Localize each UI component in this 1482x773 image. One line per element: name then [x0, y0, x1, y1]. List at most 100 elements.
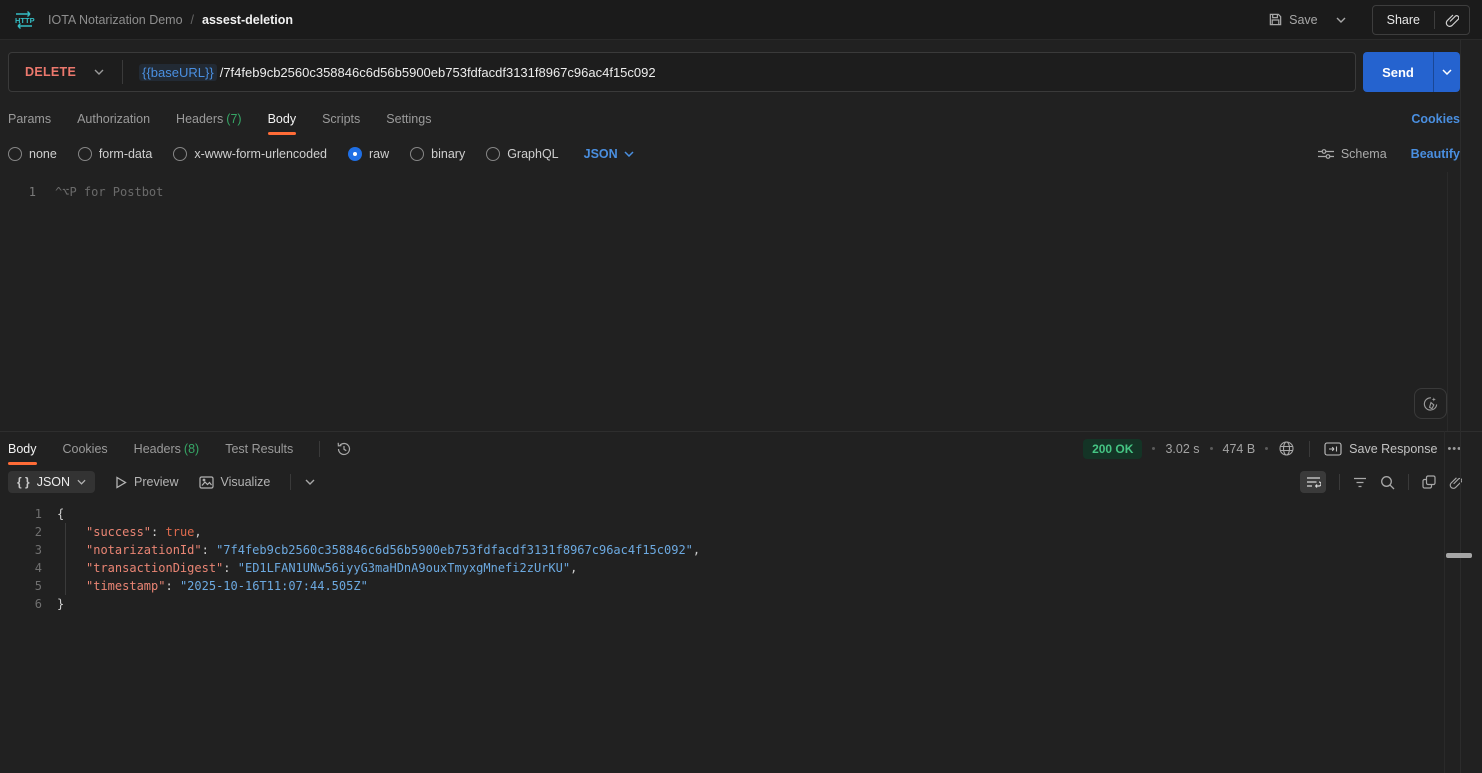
- meta-separator-dot: [1210, 447, 1213, 450]
- method-chevron-down-icon[interactable]: [90, 69, 122, 75]
- line-number: 5: [0, 577, 42, 595]
- response-meta: 200 OK 3.02 s 474 B: [1083, 439, 1462, 459]
- radio-circle-icon: [8, 147, 22, 161]
- save-button[interactable]: Save: [1268, 12, 1318, 27]
- line-number: 1: [0, 505, 42, 523]
- right-gutter-border: [1460, 40, 1461, 773]
- radio-circle-icon: [78, 147, 92, 161]
- radio-graphql[interactable]: GraphQL: [486, 147, 558, 161]
- beautify-button[interactable]: Beautify: [1411, 147, 1460, 161]
- viewer-chevron-down-icon[interactable]: [305, 479, 315, 485]
- tab-headers[interactable]: Headers(7): [176, 112, 242, 126]
- radio-x-www-form-urlencoded[interactable]: x-www-form-urlencoded: [173, 147, 327, 161]
- radio-form-data[interactable]: form-data: [78, 147, 153, 161]
- response-format-label: JSON: [37, 475, 70, 489]
- indent-guide: [65, 523, 66, 595]
- network-globe-icon[interactable]: [1278, 440, 1295, 457]
- preview-button[interactable]: Preview: [115, 475, 178, 489]
- http-method-icon: HTTP: [12, 10, 36, 30]
- response-body-viewer[interactable]: 1 { 2 "success": true, 3 "notarizationId…: [0, 499, 1482, 613]
- send-button-group: Send: [1363, 52, 1460, 92]
- editor-line: 1 ^⌥P for Postbot: [0, 172, 1460, 199]
- postbot-hint-text: ^⌥P for Postbot: [55, 185, 163, 199]
- request-body-editor[interactable]: 1 ^⌥P for Postbot: [0, 172, 1460, 431]
- search-icon[interactable]: [1380, 475, 1395, 490]
- response-headers-count: (8): [184, 442, 199, 456]
- breadcrumb-collection[interactable]: IOTA Notarization Demo: [48, 13, 183, 27]
- response-tab-body[interactable]: Body: [8, 442, 37, 456]
- response-toolbar: { } JSON Preview Visualize: [0, 465, 1482, 499]
- code-line: 2 "success": true,: [0, 523, 1482, 541]
- code-line: 5 "timestamp": "2025-10-16T11:07:44.505Z…: [0, 577, 1482, 595]
- send-options-chevron-down-icon[interactable]: [1433, 52, 1460, 92]
- cookies-link[interactable]: Cookies: [1411, 112, 1460, 126]
- postman-app-window: HTTP IOTA Notarization Demo / assest-del…: [0, 0, 1482, 773]
- tab-body[interactable]: Body: [268, 112, 297, 126]
- radio-raw[interactable]: raw: [348, 147, 389, 161]
- share-button[interactable]: Share: [1373, 13, 1434, 27]
- floppy-save-icon: [1268, 12, 1283, 27]
- radio-binary[interactable]: binary: [410, 147, 465, 161]
- code-line: 6 }: [0, 595, 1482, 613]
- schema-button[interactable]: Schema: [1318, 147, 1387, 161]
- postbot-button[interactable]: [1414, 388, 1447, 419]
- send-button[interactable]: Send: [1363, 52, 1433, 92]
- wrap-text-icon[interactable]: [1300, 471, 1326, 493]
- toolbar-divider: [1339, 474, 1340, 490]
- tab-settings[interactable]: Settings: [386, 112, 431, 126]
- tab-params[interactable]: Params: [8, 112, 51, 126]
- raw-language-selector[interactable]: JSON: [584, 147, 634, 161]
- response-panel: Body Cookies Headers(8) Test Results 200…: [0, 431, 1482, 773]
- save-response-icon: [1324, 442, 1342, 456]
- url-input[interactable]: {{baseURL}} /7f4feb9cb2560c358846c6d56b5…: [139, 64, 655, 81]
- tab-authorization[interactable]: Authorization: [77, 112, 150, 126]
- code-line: 4 "transactionDigest": "ED1LFAN1UNw56iyy…: [0, 559, 1482, 577]
- viewer-more: [290, 474, 315, 490]
- response-tab-cookies[interactable]: Cookies: [63, 442, 108, 456]
- response-history-icon[interactable]: [336, 441, 352, 457]
- code-line: 3 "notarizationId": "7f4feb9cb2560c35884…: [0, 541, 1482, 559]
- editor-line-number: 1: [0, 185, 36, 199]
- save-response-button[interactable]: Save Response: [1324, 442, 1437, 456]
- toolbar-divider: [290, 474, 291, 490]
- scrollbar-thumb[interactable]: [1446, 553, 1472, 558]
- request-tabs: Params Authorization Headers(7) Body Scr…: [0, 104, 1460, 134]
- save-options-chevron-down-icon[interactable]: [1328, 13, 1354, 27]
- line-number: 4: [0, 559, 42, 577]
- copy-link-icon[interactable]: [1435, 12, 1469, 27]
- postbot-icon: [1422, 395, 1439, 412]
- copy-icon[interactable]: [1422, 475, 1436, 489]
- radio-none[interactable]: none: [8, 147, 57, 161]
- breadcrumb-request-name[interactable]: assest-deletion: [202, 13, 293, 27]
- body-actions: Schema Beautify: [1318, 147, 1460, 161]
- url-base-variable[interactable]: {{baseURL}}: [139, 64, 217, 81]
- header-actions: Save Share: [1268, 5, 1470, 35]
- response-time[interactable]: 3.02 s: [1165, 442, 1199, 456]
- method-selector[interactable]: DELETE: [9, 65, 90, 79]
- response-tab-test-results[interactable]: Test Results: [225, 442, 293, 456]
- response-scroll-edge: [1444, 431, 1445, 773]
- save-response-label: Save Response: [1349, 442, 1437, 456]
- toolbar-divider: [1408, 474, 1409, 490]
- visualize-button[interactable]: Visualize: [199, 475, 271, 489]
- editor-scroll-edge: [1447, 172, 1448, 431]
- meta-separator-dot: [1265, 447, 1268, 450]
- response-meta-divider: [1309, 441, 1310, 457]
- request-header-bar: HTTP IOTA Notarization Demo / assest-del…: [0, 0, 1482, 40]
- sliders-icon: [1318, 148, 1334, 160]
- raw-language-label: JSON: [584, 147, 618, 161]
- radio-circle-icon: [410, 147, 424, 161]
- response-tab-headers[interactable]: Headers(8): [134, 442, 200, 456]
- save-button-label: Save: [1289, 13, 1318, 27]
- url-path[interactable]: /7f4feb9cb2560c358846c6d56b5900eb753fdfa…: [220, 65, 656, 80]
- status-badge[interactable]: 200 OK: [1083, 439, 1142, 459]
- response-format-selector[interactable]: { } JSON: [8, 471, 95, 493]
- image-icon: [199, 476, 214, 489]
- svg-text:HTTP: HTTP: [15, 16, 35, 25]
- radio-circle-icon: [486, 147, 500, 161]
- radio-selected-icon: [348, 147, 362, 161]
- visualize-label: Visualize: [221, 475, 271, 489]
- filter-icon[interactable]: [1353, 477, 1367, 488]
- response-size[interactable]: 474 B: [1223, 442, 1256, 456]
- tab-scripts[interactable]: Scripts: [322, 112, 360, 126]
